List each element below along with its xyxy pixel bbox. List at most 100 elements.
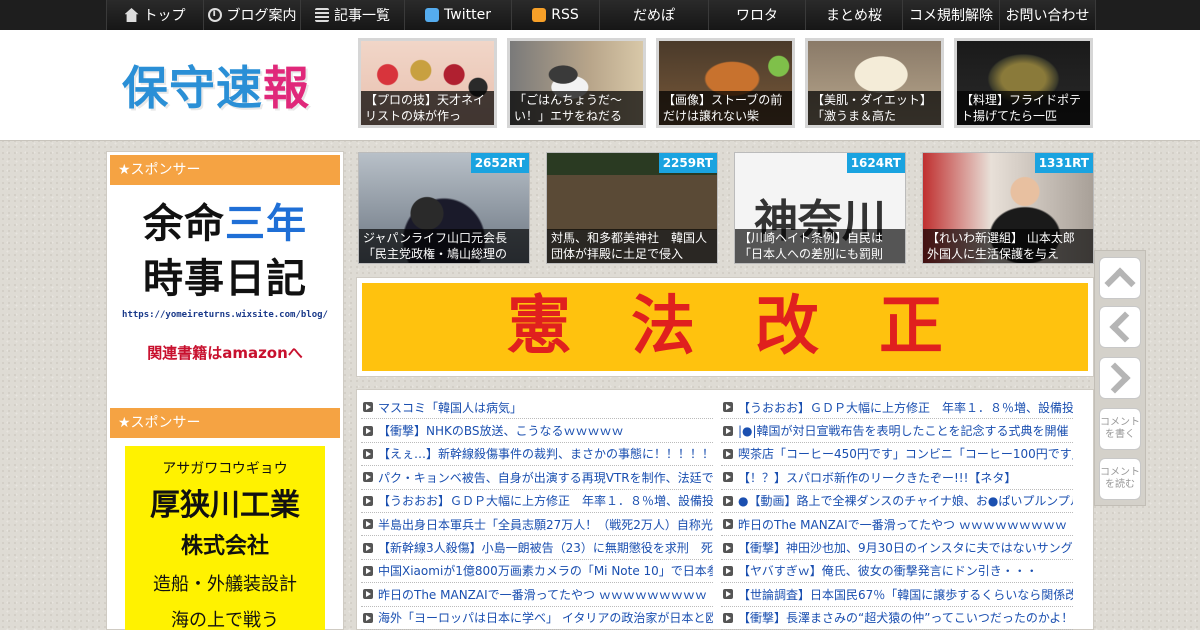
info-icon [207,8,222,22]
thumbnail-caption: 【美肌・ダイエット】「激うま＆高た [808,91,941,125]
arrow-right-icon [723,612,733,623]
article-title: ●【動画】路上で全裸ダンスのチャイナ娘、お●ぱいプルンプル [738,494,1073,509]
arrow-right-icon [723,565,733,576]
nav-item-matome-sakura[interactable]: まとめ桜 [805,0,902,30]
nav-item-article-list[interactable]: 記事一覧 [300,0,404,30]
nav-item-damepo[interactable]: だめぽ [599,0,708,30]
article-link[interactable]: 【衝撃】神田沙也加、9月30日のインスタに夫ではないサングラ [721,536,1073,560]
article-title: 【衝撃】NHKのBS放送、こうなるｗｗｗｗｗ [378,424,624,439]
rt-badge: 2259RT [658,153,717,173]
article-title: 【新幹線3人殺傷】小島一朗被告（23）に無期懲役を求刑 死刑 [378,541,713,556]
next-article-button[interactable] [1099,357,1141,399]
ad-asagawa-kogyo[interactable]: アサガワコウギョウ 厚狭川工業 株式会社 造船・外艤装設計 海の上で戦う [125,446,325,630]
article-link[interactable]: 昨日のThe MANZAIで一番滑ってたやつ ｗｗｗｗｗｗｗｗｗ [721,513,1073,537]
chevron-left-icon [1109,311,1141,343]
ranking-item[interactable]: 2259RT 対馬、和多都美神社 韓国人団体が拝殿に土足で侵入 [546,152,718,264]
prev-article-button[interactable] [1099,306,1141,348]
arrow-right-icon [363,565,373,576]
article-title: 中国Xiaomiが1億800万画素カメラの「Mi Note 10」で日本参入 [378,564,713,579]
ranking-caption: ジャパンライフ山口元会長「民主党政権・鳩山総理の [359,229,529,263]
rt-badge: 1624RT [846,153,905,173]
article-link[interactable]: 中国Xiaomiが1億800万画素カメラの「Mi Note 10」で日本参入 [361,560,713,584]
thumbnail-fries[interactable]: 【料理】フライドポテト揚げてたら一匹 [954,38,1093,128]
site-logo[interactable]: 保守速報 [122,52,310,118]
article-link[interactable]: 【衝撃】NHKのBS放送、こうなるｗｗｗｗｗ [361,419,713,443]
ranking-caption: 対馬、和多都美神社 韓国人団体が拝殿に土足で侵入 [547,229,717,263]
article-link[interactable]: 【新幹線3人殺傷】小島一朗被告（23）に無期懲役を求刑 死刑 [361,536,713,560]
article-title: 【ヤバすぎｗ】俺氏、彼女の衝撃発言にドン引き・・・ [738,564,1038,579]
article-list-left: マスコミ「韓国人は病気」【衝撃】NHKのBS放送、こうなるｗｗｗｗｗ 【えぇ…】新… [361,396,713,630]
nav-item-contact[interactable]: お問い合わせ [999,0,1096,30]
nav-item-comment-unblock[interactable]: コメ規制解除 [902,0,999,30]
article-link[interactable]: 【！？】スパロボ新作のリークきたぞー!!!【ネタ】 [721,466,1073,490]
article-title: パク・キョンベ被告、自身が出演する再現VTRを制作、法廷で [378,470,713,485]
article-link[interactable]: マスコミ「韓国人は病気」 [361,396,713,420]
article-link[interactable]: 【世論調査】日本国民67％「韓国に譲歩するくらいなら関係改 [721,583,1073,607]
article-link[interactable]: 【うおおお】ＧＤＰ大幅に上方修正 年率１．８％増、設備投 [361,490,713,513]
ranking-item[interactable]: 1331RT 【れいわ新選組】 山本太郎 外国人に生活保護を与え [922,152,1094,264]
amazon-link[interactable]: 関連書籍はamazonへ [110,342,340,363]
article-link[interactable]: 半島出身日本軍兵士「全員志願27万人！（戦死2万人）自称光復 [361,513,713,537]
nav-item-twitter[interactable]: Twitter [404,0,511,30]
article-link[interactable]: 昨日のThe MANZAIで一番滑ってたやつ ｗｗｗｗｗｗｗｗｗ [361,583,713,607]
article-title: 昨日のThe MANZAIで一番滑ってたやつ ｗｗｗｗｗｗｗｗｗ [738,517,1067,532]
article-link[interactable]: 喫茶店「コーヒー450円です」コンビニ「コーヒー100円です」 [721,443,1073,467]
sponsor-heading: ★スポンサー [110,155,340,185]
nav-items: トップ ブログ案内 記事一覧 Twitter RSS だめぽ ワロタ まとめ桜 … [106,0,1096,30]
comment-write-button[interactable]: コメントを書く [1099,408,1141,450]
ranking-caption: 【川崎ヘイト条例】自民は「日本人への差別にも罰則 [735,229,905,263]
arrow-right-icon [723,472,733,483]
thumbnail-chips[interactable]: 【美肌・ダイエット】「激うま＆高た [805,38,944,128]
arrow-right-icon [363,542,373,553]
article-link[interactable]: 【衝撃】長澤まさみの“超犬猿の仲”ってこいつだったのかよ！ [721,607,1073,630]
arrow-right-icon [363,402,373,413]
arrow-right-icon [363,612,373,623]
thumbnail-nail[interactable]: 【プロの技】天才ネイリストの妹が作っ [358,38,497,128]
article-title: 【衝撃】長澤まさみの“超犬猿の仲”ってこいつだったのかよ！ [738,611,1073,626]
nav-item-blog-guide[interactable]: ブログ案内 [203,0,300,30]
arrow-right-icon [723,425,733,436]
article-title: 【衝撃】神田沙也加、9月30日のインスタに夫ではないサングラ [738,541,1073,556]
thumbnail-caption: 【プロの技】天才ネイリストの妹が作っ [361,91,494,125]
ranking-item[interactable]: 神奈川 1624RT 【川崎ヘイト条例】自民は「日本人への差別にも罰則 [734,152,906,264]
nav-item-top[interactable]: トップ [106,0,203,30]
article-title: 【うおおお】ＧＤＰ大幅に上方修正 年率１．８％増、設備投 [738,400,1073,415]
article-title: 【世論調査】日本国民67％「韓国に譲歩するくらいなら関係改 [738,587,1073,602]
article-link[interactable]: 【えぇ…】新幹線殺傷事件の裁判、まさかの事態に！！！！！ [361,443,713,467]
arrow-right-icon [363,448,373,459]
thumbnail-cat[interactable]: 「ごはんちょうだ～い！」エサをねだる [507,38,646,128]
banner-container: 憲法改正 [356,277,1094,377]
ad-yomei-sannen[interactable]: 余命三年 時事日記 https://yomeireturns.wixsite.c… [110,196,340,386]
article-link[interactable]: パク・キョンベ被告、自身が出演する再現VTRを制作、法廷で [361,466,713,490]
side-tools: コメントを書く コメントを読む [1094,250,1146,506]
arrow-right-icon [363,472,373,483]
article-link[interactable]: |●|韓国が対日宣戦布告を表明したことを記念する式典を開催 [721,419,1073,443]
arrow-right-icon [723,519,733,530]
nav-item-warota[interactable]: ワロタ [708,0,805,30]
article-title: 【うおおお】ＧＤＰ大幅に上方修正 年率１．８％増、設備投 [378,494,713,509]
ranking-item[interactable]: 2652RT ジャパンライフ山口元会長「民主党政権・鳩山総理の [358,152,530,264]
article-title: 昨日のThe MANZAIで一番滑ってたやつ ｗｗｗｗｗｗｗｗｗ [378,587,707,602]
arrow-right-icon [363,519,373,530]
comment-read-button[interactable]: コメントを読む [1099,458,1141,500]
kenpo-kaisei-banner[interactable]: 憲法改正 [362,283,1088,371]
arrow-right-icon [723,542,733,553]
thumbnail-shiba[interactable]: 【画像】ストーブの前だけは譲れない柴 [656,38,795,128]
ad-url: https://yomeireturns.wixsite.com/blog/ [122,310,328,320]
article-title: |●|韓国が対日宣戦布告を表明したことを記念する式典を開催 [738,424,1069,439]
sidebar: ★スポンサー 余命三年 時事日記 https://yomeireturns.wi… [106,151,344,630]
article-list-right: 【うおおお】ＧＤＰ大幅に上方修正 年率１．８％増、設備投 |●|韓国が対日宣戦布告… [721,396,1073,630]
thumbnail-caption: 「ごはんちょうだ～い！」エサをねだる [510,91,643,125]
article-link[interactable]: 【ヤバすぎｗ】俺氏、彼女の衝撃発言にドン引き・・・ [721,560,1073,584]
scroll-top-button[interactable] [1099,257,1141,299]
ranking-caption: 【れいわ新選組】 山本太郎 外国人に生活保護を与え [923,229,1093,263]
article-title: 海外「ヨーロッパは日本に学べ」 イタリアの政治家が日本と欧 [378,611,713,626]
arrow-right-icon [363,425,373,436]
article-link[interactable]: 海外「ヨーロッパは日本に学べ」 イタリアの政治家が日本と欧 [361,607,713,630]
article-link[interactable]: ●【動画】路上で全裸ダンスのチャイナ娘、お●ぱいプルンプル [721,490,1073,513]
thumbnail-caption: 【料理】フライドポテト揚げてたら一匹 [957,91,1090,125]
home-icon [124,8,139,22]
nav-item-rss[interactable]: RSS [511,0,599,30]
article-link[interactable]: 【うおおお】ＧＤＰ大幅に上方修正 年率１．８％増、設備投 [721,396,1073,420]
twitter-icon [425,8,440,22]
